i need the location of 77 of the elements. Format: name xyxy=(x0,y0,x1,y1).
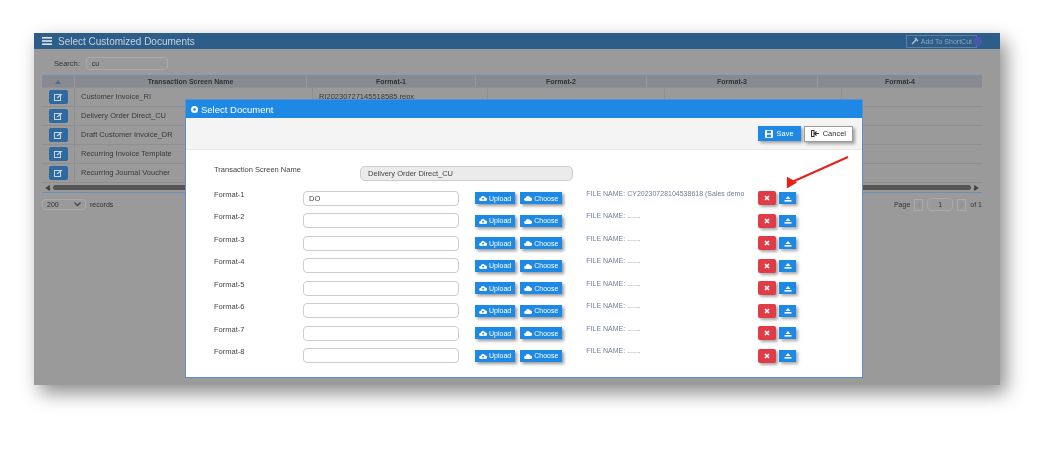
cloud-upload-icon xyxy=(479,195,487,201)
download-icon xyxy=(783,352,792,359)
x-icon xyxy=(764,262,771,269)
download-button[interactable] xyxy=(779,304,797,317)
download-icon xyxy=(783,239,792,247)
gear-icon xyxy=(191,105,198,113)
download-button[interactable] xyxy=(779,282,797,294)
cloud-icon xyxy=(524,330,533,336)
download-button[interactable] xyxy=(779,349,797,362)
download-button[interactable] xyxy=(779,327,797,339)
download-button[interactable] xyxy=(779,214,797,227)
format-field[interactable] xyxy=(303,280,459,296)
format-field[interactable] xyxy=(303,258,459,273)
save-icon xyxy=(764,129,773,138)
cloud-icon xyxy=(524,285,533,291)
format-field[interactable] xyxy=(303,213,459,228)
delete-button[interactable] xyxy=(758,191,777,205)
format-field[interactable] xyxy=(303,303,459,318)
download-icon xyxy=(783,329,792,337)
x-icon xyxy=(764,195,771,201)
download-icon xyxy=(783,262,792,269)
scroll-right-icon[interactable] xyxy=(974,184,979,191)
delete-button[interactable] xyxy=(758,281,777,295)
x-icon xyxy=(764,330,771,336)
cloud-icon xyxy=(524,217,533,224)
edit-icon xyxy=(53,93,63,101)
cloud-icon xyxy=(524,352,533,359)
download-icon xyxy=(783,194,792,202)
cloud-icon xyxy=(524,262,533,269)
delete-button[interactable] xyxy=(758,258,777,273)
cloud-upload-icon xyxy=(479,352,487,359)
menu-icon[interactable] xyxy=(42,37,52,45)
x-icon xyxy=(764,352,771,359)
edit-button[interactable] xyxy=(48,166,68,180)
cloud-upload-icon xyxy=(479,262,487,269)
x-icon xyxy=(764,240,771,246)
edit-icon xyxy=(53,131,63,139)
notification-dot-icon xyxy=(973,36,982,46)
chevron-right-icon xyxy=(959,202,964,207)
download-icon xyxy=(783,307,792,314)
edit-button[interactable] xyxy=(48,90,68,104)
exit-icon xyxy=(810,130,819,137)
edit-button[interactable] xyxy=(48,128,68,142)
delete-button[interactable] xyxy=(758,348,777,363)
delete-button[interactable] xyxy=(758,213,777,228)
download-button[interactable] xyxy=(779,237,797,249)
chevron-left-icon xyxy=(916,202,921,207)
format-field[interactable] xyxy=(303,235,459,251)
edit-icon xyxy=(53,150,63,158)
window-title: Select Customized Documents xyxy=(58,35,195,47)
delete-button[interactable] xyxy=(758,236,777,250)
cloud-icon xyxy=(524,307,533,314)
edit-icon xyxy=(53,112,63,120)
cloud-upload-icon xyxy=(479,217,487,224)
delete-button[interactable] xyxy=(758,326,777,340)
scroll-left-icon[interactable] xyxy=(45,184,50,191)
cloud-upload-icon xyxy=(479,240,487,246)
x-icon xyxy=(764,285,771,291)
x-icon xyxy=(764,307,771,314)
format-field[interactable] xyxy=(303,325,459,341)
download-icon xyxy=(783,284,792,292)
x-icon xyxy=(764,217,771,224)
edit-button[interactable] xyxy=(48,109,68,123)
cloud-icon xyxy=(524,195,533,201)
edit-icon xyxy=(53,169,63,177)
edit-button[interactable] xyxy=(48,147,68,161)
download-button[interactable] xyxy=(779,192,797,204)
pencil-icon xyxy=(910,37,919,45)
chevron-down-icon xyxy=(74,202,81,207)
cloud-upload-icon xyxy=(479,307,487,314)
download-button[interactable] xyxy=(779,259,797,272)
cloud-upload-icon xyxy=(479,285,487,291)
download-icon xyxy=(783,217,792,224)
cloud-icon xyxy=(524,240,533,246)
format-field[interactable] xyxy=(303,348,459,363)
cloud-upload-icon xyxy=(479,330,487,336)
delete-button[interactable] xyxy=(758,303,777,318)
